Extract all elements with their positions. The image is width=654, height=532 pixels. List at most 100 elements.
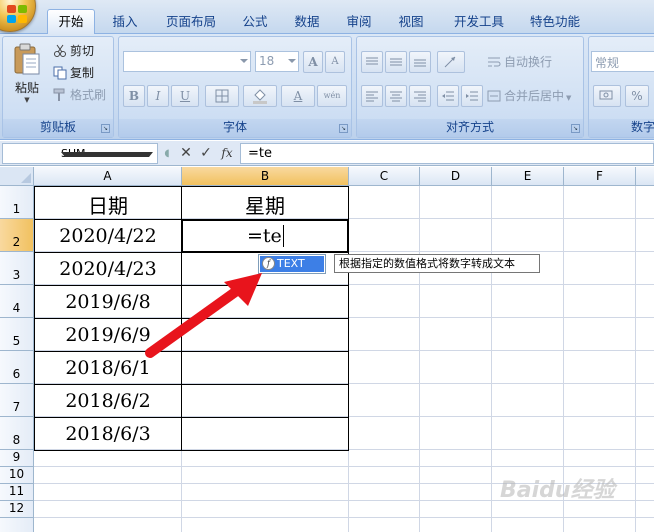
enter-icon[interactable]: ✓ — [198, 143, 214, 164]
date-value: 2020/4/22 — [59, 225, 157, 247]
tab-developer[interactable]: 开发工具 — [446, 10, 512, 34]
tab-formulas[interactable]: 公式 — [234, 10, 276, 34]
align-right-button[interactable] — [409, 85, 431, 107]
tab-home[interactable]: 开始 — [47, 9, 95, 35]
wrap-text-button[interactable]: 自动换行 — [487, 53, 552, 71]
increase-indent-button[interactable] — [461, 85, 483, 107]
row-header-1[interactable]: 1 — [0, 186, 34, 219]
row-header-7[interactable]: 7 — [0, 384, 34, 417]
paintbrush-icon — [53, 88, 65, 101]
number-group: 常规 % 数字 — [588, 36, 654, 138]
ribbon: 粘贴 ▼ 剪切 复制 格式刷 剪贴板 ↘ 18 A A B I U A wén … — [0, 34, 654, 140]
row-header-12[interactable]: 12 — [0, 501, 34, 518]
font-color-button[interactable]: A — [281, 85, 315, 107]
phonetic-button[interactable]: wén — [317, 85, 347, 107]
cancel-icon[interactable]: ✕ — [178, 143, 194, 164]
row-header-5[interactable]: 5 — [0, 318, 34, 351]
cell-b6[interactable] — [181, 351, 349, 385]
clipboard-group: 粘贴 ▼ 剪切 复制 格式刷 剪贴板 ↘ — [2, 36, 114, 138]
copy-label: 复制 — [70, 66, 95, 80]
font-size-combo[interactable]: 18 — [255, 51, 299, 72]
merge-cells-icon — [487, 90, 501, 102]
worksheet-grid[interactable]: A B C D E F 1 2 3 4 5 6 7 8 9 10 11 12 日… — [0, 167, 654, 532]
align-top-button[interactable] — [361, 51, 383, 73]
formula-input[interactable]: =te — [240, 143, 654, 164]
tab-insert[interactable]: 插入 — [102, 10, 148, 34]
copy-button[interactable]: 复制 — [53, 64, 94, 82]
align-middle-button[interactable] — [385, 51, 407, 73]
row-header-3[interactable]: 3 — [0, 252, 34, 285]
chevron-down-icon: ▼ — [24, 96, 30, 104]
bold-button[interactable]: B — [123, 85, 145, 107]
align-top-icon — [366, 57, 378, 65]
shrink-font-button[interactable]: A — [325, 51, 345, 73]
row-header-6[interactable]: 6 — [0, 351, 34, 384]
cell-b5[interactable] — [181, 318, 349, 352]
underline-button[interactable]: U — [171, 85, 199, 107]
insert-function-icon[interactable]: fx — [218, 143, 236, 164]
format-painter-button[interactable]: 格式刷 — [53, 86, 106, 104]
align-center-button[interactable] — [385, 85, 407, 107]
paste-icon — [14, 43, 40, 75]
font-group: 18 A A B I U A wén 字体 ↘ — [118, 36, 352, 138]
cell-b8[interactable] — [181, 417, 349, 451]
row-header-2[interactable]: 2 — [0, 219, 34, 252]
decrease-indent-icon — [442, 91, 454, 101]
align-right-icon — [414, 91, 426, 102]
column-header-a[interactable]: A — [34, 167, 182, 186]
dialog-launcher-icon[interactable]: ↘ — [571, 124, 580, 133]
merge-center-label: 合并后居中 — [504, 89, 565, 103]
row-header-9[interactable]: 9 — [0, 450, 34, 467]
column-header-b[interactable]: B — [182, 167, 349, 186]
number-format-combo[interactable]: 常规 — [591, 51, 654, 72]
cell-b4[interactable] — [181, 285, 349, 319]
select-all-button[interactable] — [0, 167, 34, 186]
row-header-4[interactable]: 4 — [0, 285, 34, 318]
align-left-button[interactable] — [361, 85, 383, 107]
alignment-group-label: 对齐方式 — [357, 119, 583, 137]
dialog-launcher-icon[interactable]: ↘ — [101, 124, 110, 133]
paint-bucket-icon — [253, 89, 267, 104]
row-header-11[interactable]: 11 — [0, 484, 34, 501]
row-header-13[interactable] — [0, 518, 34, 532]
accounting-format-button[interactable] — [593, 85, 621, 107]
borders-button[interactable] — [205, 85, 239, 107]
align-center-icon — [390, 91, 402, 102]
formula-bar: SUM ◖ ✕ ✓ fx =te — [0, 141, 654, 166]
fill-color-button[interactable] — [243, 85, 277, 107]
autocomplete-item-text[interactable]: f TEXT — [260, 256, 324, 272]
row-header-8[interactable]: 8 — [0, 417, 34, 450]
tab-review[interactable]: 审阅 — [338, 10, 380, 34]
decrease-indent-button[interactable] — [437, 85, 459, 107]
tab-view[interactable]: 视图 — [390, 10, 432, 34]
font-name-combo[interactable] — [123, 51, 251, 72]
merge-center-button[interactable]: 合并后居中 ▼ — [487, 87, 571, 105]
gridline — [491, 186, 492, 532]
tab-data[interactable]: 数据 — [286, 10, 328, 34]
function-autocomplete-list[interactable]: f TEXT — [258, 254, 326, 274]
column-header-e[interactable]: E — [492, 167, 564, 186]
tab-special-features[interactable]: 特色功能 — [522, 10, 588, 34]
tab-page-layout[interactable]: 页面布局 — [158, 10, 224, 34]
orientation-button[interactable] — [437, 51, 465, 73]
italic-button[interactable]: I — [147, 85, 169, 107]
chevron-down-icon: ▼ — [566, 94, 572, 102]
editing-cell-text[interactable]: =te — [247, 225, 284, 247]
column-header-g[interactable] — [636, 167, 654, 186]
cell-b7[interactable] — [181, 384, 349, 418]
align-bottom-button[interactable] — [409, 51, 431, 73]
column-header-f[interactable]: F — [564, 167, 636, 186]
office-button[interactable] — [0, 0, 36, 32]
date-value: 2020/4/23 — [59, 258, 157, 280]
percent-button[interactable]: % — [625, 85, 649, 107]
cut-button[interactable]: 剪切 — [53, 42, 94, 60]
paste-button[interactable]: 粘贴 ▼ — [7, 41, 47, 113]
column-header-c[interactable]: C — [349, 167, 420, 186]
row-header-10[interactable]: 10 — [0, 467, 34, 484]
dialog-launcher-icon[interactable]: ↘ — [339, 124, 348, 133]
gridline — [635, 186, 636, 532]
paste-label: 粘贴 — [14, 81, 39, 95]
column-header-d[interactable]: D — [420, 167, 492, 186]
grow-font-button[interactable]: A — [303, 51, 323, 73]
name-box[interactable]: SUM — [2, 143, 158, 164]
